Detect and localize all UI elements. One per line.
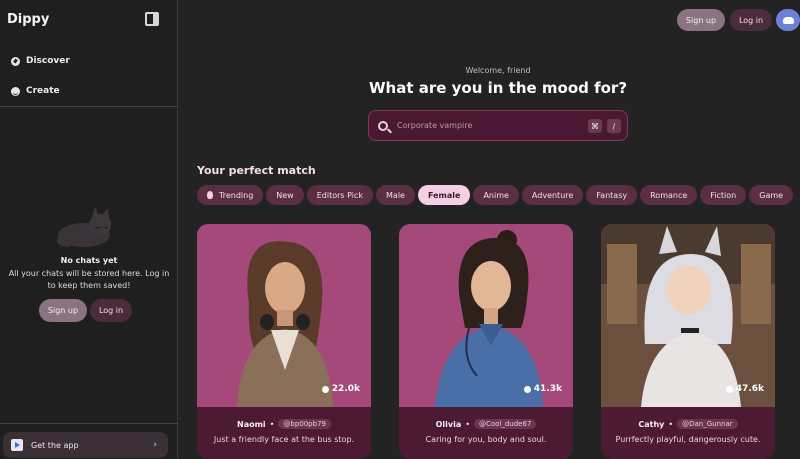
- get-app-button[interactable]: Get the app ›: [3, 432, 168, 458]
- page-title: What are you in the mood for?: [368, 79, 628, 97]
- sidebar-item-label: Discover: [26, 56, 70, 66]
- command-key-badge: ⌘: [588, 119, 602, 133]
- sidebar-item-discover[interactable]: Discover: [11, 56, 70, 66]
- creator-handle[interactable]: @Dan_Gunnar: [677, 419, 738, 429]
- discord-icon: [782, 16, 794, 24]
- section-title: Your perfect match: [197, 164, 316, 177]
- search-icon: [378, 120, 388, 131]
- smile-icon: [11, 86, 20, 96]
- search-input[interactable]: [397, 121, 577, 130]
- separator: •: [465, 419, 470, 429]
- chip-editors-pick[interactable]: Editors Pick: [306, 185, 374, 205]
- flame-icon: [207, 191, 213, 199]
- chat-count-value: 47.6k: [735, 384, 764, 394]
- category-chips: Trending New Editors Pick Male Female Anime Ad…: [197, 185, 800, 205]
- empty-state-title: No chats yet: [60, 256, 118, 265]
- slash-key-badge: /: [607, 119, 621, 133]
- chat-count-value: 22.0k: [331, 384, 360, 394]
- compass-icon: [11, 56, 20, 66]
- divider: [0, 423, 178, 424]
- card-footer: Cathy • @Dan_Gunnar Purrfectly playful, da…: [601, 407, 775, 459]
- character-portrait: [601, 224, 775, 407]
- chip-fiction[interactable]: Fiction: [700, 185, 747, 205]
- card-footer: Olivia • @Cool_dude67 Caring for you, body…: [399, 407, 573, 459]
- brand-logo[interactable]: Dippy: [7, 12, 49, 27]
- welcome-text: Welcome, friend: [465, 66, 531, 75]
- search-bar[interactable]: ⌘ /: [368, 110, 628, 141]
- sidebar-signup-button[interactable]: Sign up: [39, 299, 87, 322]
- sidebar-login-button[interactable]: Log in: [90, 299, 132, 322]
- app-store-icon: [11, 439, 23, 451]
- separator: •: [668, 419, 674, 429]
- character-name: Naomi: [237, 419, 266, 429]
- character-card[interactable]: 41.3k Olivia • @Cool_dude67 Caring for you…: [399, 224, 573, 459]
- chip-adventure[interactable]: Adventure: [521, 185, 584, 205]
- header-login-button[interactable]: Log in: [730, 9, 772, 31]
- chip-game[interactable]: Game: [749, 185, 794, 205]
- character-card[interactable]: 22.0k Naomi • @bp00pb79 Just a friendly fa…: [197, 224, 371, 459]
- character-card[interactable]: 47.6k Cathy • @Dan_Gunnar Purrfectly playf…: [601, 224, 775, 459]
- chip-new[interactable]: New: [266, 185, 304, 205]
- chat-count: 47.6k: [725, 384, 764, 394]
- character-name: Olivia: [435, 419, 462, 429]
- character-description: Purrfectly playful, dangerously cute.: [615, 435, 761, 444]
- chat-count-value: 41.3k: [533, 384, 562, 394]
- chevron-right-icon: ›: [153, 440, 157, 450]
- chat-bubble-icon: [321, 385, 329, 393]
- chat-bubble-icon: [523, 385, 531, 393]
- chip-label: Trending: [219, 190, 254, 200]
- character-description: Just a friendly face at the bus stop.: [213, 435, 355, 444]
- chat-count: 41.3k: [523, 384, 562, 394]
- character-name: Cathy: [638, 419, 665, 429]
- empty-state-text: All your chats will be stored here. Log …: [8, 269, 170, 290]
- creator-handle[interactable]: @bp00pb79: [278, 419, 331, 429]
- chip-anime[interactable]: Anime: [473, 185, 519, 205]
- chip-male[interactable]: Male: [376, 185, 415, 205]
- get-app-label: Get the app: [31, 440, 79, 450]
- chip-female[interactable]: Female: [417, 185, 471, 205]
- sidebar-toggle-icon[interactable]: [145, 12, 159, 26]
- sidebar-item-create[interactable]: Create: [11, 86, 60, 96]
- character-portrait: [399, 224, 573, 407]
- chip-romance[interactable]: Romance: [640, 185, 698, 205]
- divider: [0, 106, 178, 107]
- character-portrait: [197, 224, 371, 407]
- chat-bubble-icon: [725, 385, 733, 393]
- sidebar: Dippy Discover Create No chats yet All y…: [0, 0, 178, 459]
- sleeping-cat-illustration: [57, 207, 111, 247]
- card-footer: Naomi • @bp00pb79 Just a friendly face at …: [197, 407, 371, 459]
- chat-count: 22.0k: [321, 384, 360, 394]
- sidebar-item-label: Create: [26, 86, 60, 96]
- chip-trending[interactable]: Trending: [197, 185, 264, 205]
- chip-fantasy[interactable]: Fantasy: [586, 185, 638, 205]
- creator-handle[interactable]: @Cool_dude67: [473, 419, 537, 429]
- discord-button[interactable]: [776, 9, 800, 31]
- header-signup-button[interactable]: Sign up: [677, 9, 725, 31]
- separator: •: [269, 419, 275, 429]
- character-description: Caring for you, body and soul.: [425, 435, 547, 444]
